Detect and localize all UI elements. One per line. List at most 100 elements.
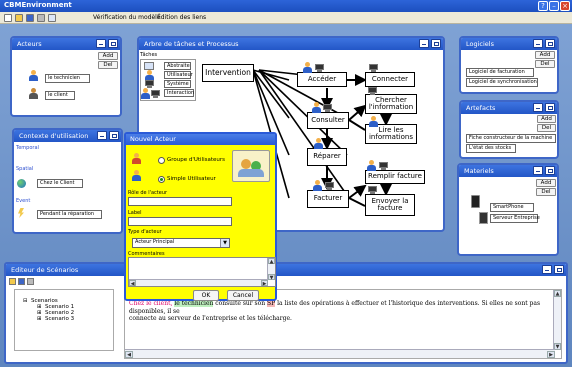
close-button[interactable]: × (560, 1, 570, 11)
print-icon[interactable] (37, 14, 45, 22)
scroll-up-arrow[interactable]: ▲ (554, 290, 561, 297)
artefact-item[interactable]: Fiche constructeur de la machine (466, 134, 556, 143)
artefact-item[interactable]: L'état des stocks (466, 144, 516, 153)
computer-icon (368, 186, 377, 194)
contexte-header: Contexte d'utilisation (14, 130, 121, 142)
role-input[interactable] (128, 197, 232, 206)
minimize-panel-icon[interactable] (533, 103, 543, 112)
menubar: Vérification du modèle Édition des liens (0, 12, 572, 24)
user-icon (303, 62, 312, 73)
comments-textarea[interactable]: ▲ ▼ ◀ ▶ (128, 257, 276, 287)
artefacts-header: Artefacts (461, 102, 557, 114)
task-remplir[interactable]: Remplir facture (365, 170, 425, 184)
print-icon[interactable] (27, 278, 34, 285)
text-plain: consulte sur son (213, 300, 268, 307)
type-label: Type d'acteur (128, 229, 162, 235)
label-input[interactable] (128, 217, 232, 226)
acteurs-header: Acteurs (12, 38, 120, 50)
tree-expander[interactable]: ⊟ (23, 298, 28, 304)
materiel-item[interactable]: SmartPhone (490, 203, 534, 212)
task-intervention[interactable]: Intervention (202, 64, 254, 82)
user-icon (314, 138, 323, 149)
radio-simple-label: Simple Utilisateur (167, 176, 216, 182)
minimize-panel-icon[interactable] (96, 39, 106, 48)
menu-verification[interactable]: Vérification du modèle (93, 14, 161, 21)
scroll-down-arrow[interactable]: ▼ (554, 343, 561, 350)
open-folder-icon[interactable] (9, 278, 16, 285)
group-icon (132, 153, 141, 164)
task-acceder[interactable]: Accéder (297, 72, 347, 87)
task-connecter[interactable]: Connecter (365, 72, 415, 87)
client-icon (29, 88, 38, 99)
task-chercher[interactable]: Chercher l'information (365, 94, 417, 114)
task-consulter[interactable]: Consulter (307, 112, 349, 129)
acteur-item[interactable]: le technicien (45, 74, 90, 83)
maximize-panel-icon[interactable] (108, 39, 118, 48)
scroll-left-arrow[interactable]: ◀ (125, 351, 133, 358)
maximize-panel-icon[interactable] (554, 265, 564, 274)
maximize-panel-icon[interactable] (545, 39, 555, 48)
logiciels-add-button[interactable]: Add (535, 51, 555, 59)
materiels-del-button[interactable]: Del (536, 188, 556, 196)
logiciel-item[interactable]: Logiciel de synchronisation (466, 78, 538, 87)
tree-expander[interactable]: ⊞ (37, 316, 42, 322)
logiciel-item[interactable]: Logiciel de facturation (466, 68, 534, 77)
horizontal-scrollbar[interactable]: ◀ ▶ (129, 279, 268, 287)
type-select[interactable]: Acteur Principal ▼ (132, 238, 230, 248)
acteurs-del-button[interactable]: Del (98, 61, 118, 69)
maximize-panel-icon[interactable] (545, 166, 555, 175)
spatial-field[interactable]: Chez le Client (37, 179, 83, 188)
new-file-icon[interactable] (4, 14, 12, 22)
minimize-panel-icon[interactable] (533, 39, 543, 48)
radio-group-users[interactable] (158, 157, 165, 164)
scroll-right-arrow[interactable]: ▶ (547, 351, 555, 358)
task-envoyer[interactable]: Envoyer la facture (365, 194, 415, 216)
minimize-button[interactable]: – (549, 1, 559, 11)
editeur-header: Editeur de Scénarios (6, 264, 566, 276)
acteur-item[interactable]: le client (45, 91, 75, 100)
scroll-left-arrow[interactable]: ◀ (129, 280, 136, 287)
event-field[interactable]: Pendant la réparation (37, 210, 102, 219)
technician-icon (29, 70, 38, 81)
maximize-panel-icon[interactable] (545, 103, 555, 112)
maximize-panel-icon[interactable] (109, 131, 119, 140)
lightning-icon (18, 208, 24, 218)
tree-item-scenario[interactable]: Scenario 3 (45, 316, 74, 322)
help-button[interactable]: ? (538, 1, 548, 11)
temporal-label: Temporal (16, 145, 39, 151)
scroll-right-arrow[interactable]: ▶ (261, 280, 268, 287)
logiciels-del-button[interactable]: Del (535, 60, 555, 68)
scenario-tree: ⊟ Scenarios ⊞ Scenario 1 ⊞ Scenario 2 ⊞ … (14, 289, 114, 351)
artefacts-title: Artefacts (466, 104, 496, 112)
artefacts-del-button[interactable]: Del (537, 124, 556, 132)
minimize-panel-icon[interactable] (533, 166, 543, 175)
scroll-down-arrow[interactable]: ▼ (268, 274, 275, 281)
settings-icon[interactable] (48, 14, 56, 22)
computer-icon (368, 87, 377, 95)
acteurs-add-button[interactable]: Add (98, 52, 118, 60)
app-title-bar: CBMEnvironment (0, 0, 572, 12)
ok-button[interactable]: OK (193, 290, 219, 301)
artefacts-add-button[interactable]: Add (537, 115, 556, 123)
actor-preview-icon (232, 150, 270, 182)
task-lire[interactable]: Lire les informations (365, 124, 417, 144)
save-icon[interactable] (26, 14, 34, 22)
vertical-scrollbar[interactable]: ▲ ▼ (553, 290, 561, 350)
menu-edition-liens[interactable]: Édition des liens (157, 14, 206, 21)
materiel-item[interactable]: Serveur Entreprise (490, 214, 540, 223)
computer-icon (379, 162, 388, 170)
save-icon[interactable] (18, 278, 25, 285)
globe-icon (17, 179, 26, 188)
cancel-button[interactable]: Cancel (227, 290, 259, 301)
radio-simple-user[interactable] (158, 176, 165, 183)
minimize-panel-icon[interactable] (542, 265, 552, 274)
open-folder-icon[interactable] (15, 14, 23, 22)
horizontal-scrollbar[interactable]: ◀ ▶ (125, 349, 555, 358)
materiels-add-button[interactable]: Add (536, 179, 556, 187)
task-reparer[interactable]: Réparer (307, 148, 347, 166)
chevron-down-icon[interactable]: ▼ (220, 239, 229, 247)
minimize-panel-icon[interactable] (97, 131, 107, 140)
vertical-scrollbar[interactable]: ▲ ▼ (267, 258, 275, 281)
scroll-up-arrow[interactable]: ▲ (268, 258, 275, 265)
task-facturer[interactable]: Facturer (307, 190, 349, 208)
